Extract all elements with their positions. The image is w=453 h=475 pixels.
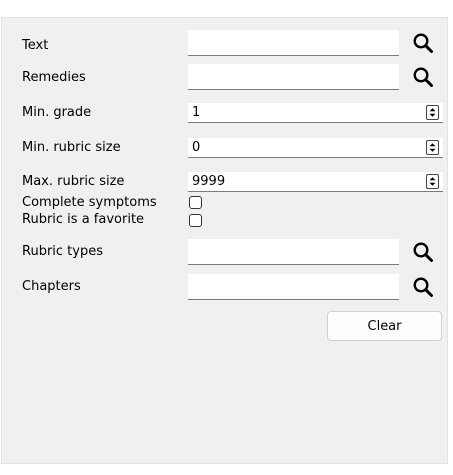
search-icon	[413, 242, 433, 262]
rubric-types-search-button[interactable]	[408, 239, 438, 265]
max-rubric-size-value: 9999	[192, 174, 226, 189]
search-filter-panel: Text Remedies Min. grade 1 Min. rubric s…	[1, 17, 448, 464]
min-rubric-size-value: 0	[192, 140, 201, 155]
clear-button[interactable]: Clear	[327, 311, 442, 341]
max-rubric-size-spin-arrows[interactable]	[426, 174, 439, 189]
min-rubric-size-spinbox[interactable]: 0	[188, 138, 443, 158]
max-rubric-size-spinbox[interactable]: 9999	[188, 172, 443, 192]
spin-arrows-icon	[429, 108, 436, 117]
complete-symptoms-label: Complete symptoms	[22, 195, 157, 210]
min-rubric-size-label: Min. rubric size	[22, 140, 121, 155]
rubric-favorite-checkbox[interactable]	[189, 214, 202, 227]
rubric-types-input[interactable]	[188, 239, 399, 265]
text-label: Text	[22, 38, 49, 53]
min-grade-spin-arrows[interactable]	[426, 105, 439, 120]
chapters-label: Chapters	[22, 279, 81, 294]
min-grade-spinbox[interactable]: 1	[188, 103, 443, 123]
spin-arrows-icon	[429, 177, 436, 186]
text-search-button[interactable]	[408, 30, 438, 56]
spin-arrows-icon	[429, 143, 436, 152]
search-icon	[413, 277, 433, 297]
text-input[interactable]	[188, 30, 399, 56]
max-rubric-size-label: Max. rubric size	[22, 174, 125, 189]
remedies-search-button[interactable]	[408, 64, 438, 90]
remedies-input[interactable]	[188, 64, 399, 90]
min-grade-label: Min. grade	[22, 105, 92, 120]
min-grade-value: 1	[192, 105, 201, 120]
complete-symptoms-checkbox[interactable]	[189, 196, 202, 209]
rubric-favorite-label: Rubric is a favorite	[22, 212, 145, 227]
remedies-label: Remedies	[22, 70, 86, 85]
search-icon	[413, 33, 433, 53]
chapters-search-button[interactable]	[408, 274, 438, 300]
chapters-input[interactable]	[188, 274, 399, 300]
rubric-types-label: Rubric types	[22, 244, 103, 259]
min-rubric-size-spin-arrows[interactable]	[426, 140, 439, 155]
search-icon	[413, 67, 433, 87]
